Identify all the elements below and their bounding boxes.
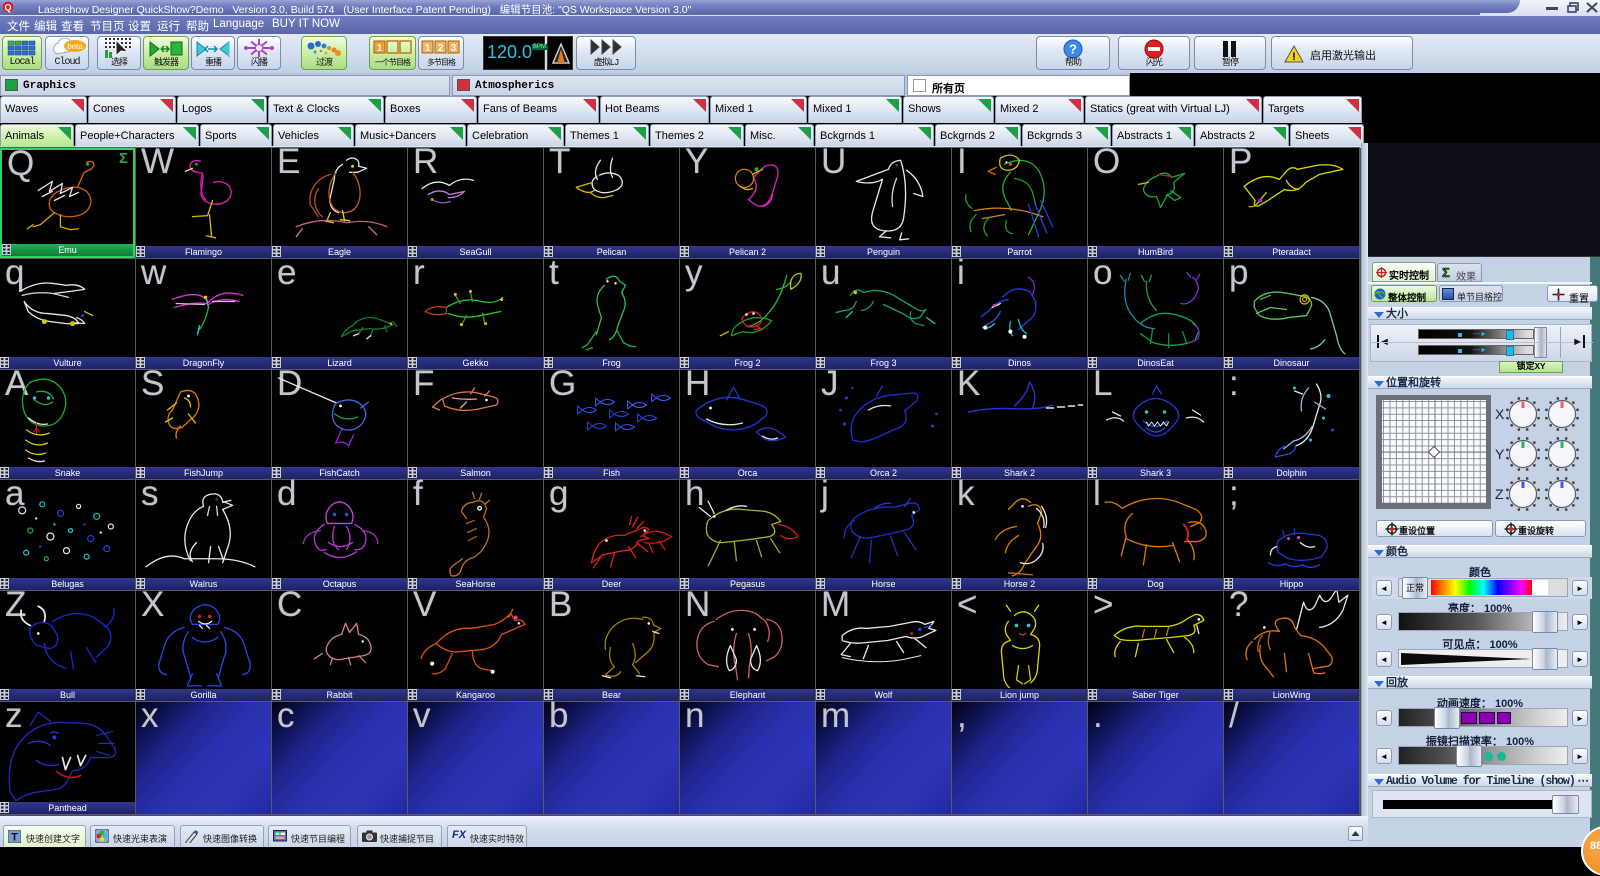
svg-text:1: 1 <box>425 43 431 54</box>
svg-text:Q: Q <box>4 3 11 13</box>
svg-text:beta: beta <box>67 42 83 51</box>
svg-text:!: ! <box>1292 51 1296 63</box>
svg-text:T: T <box>11 832 18 844</box>
svg-text:2: 2 <box>438 43 444 54</box>
svg-text:3: 3 <box>451 43 457 54</box>
svg-text:1: 1 <box>376 43 382 54</box>
